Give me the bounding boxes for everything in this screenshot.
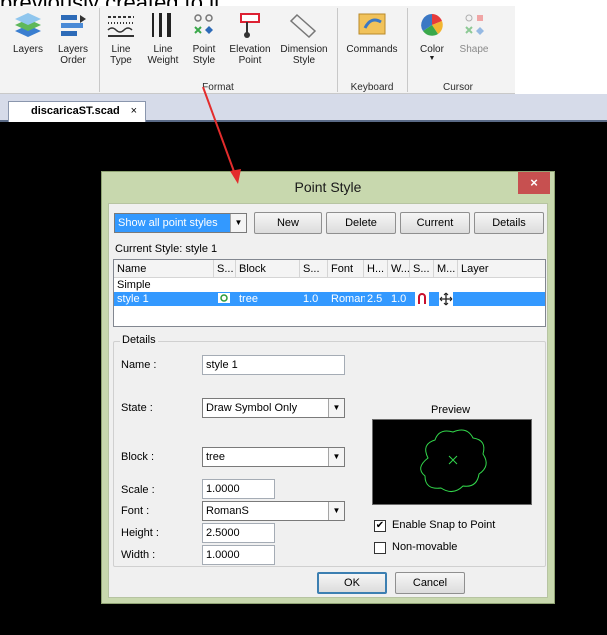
annotation-arrow	[202, 86, 241, 184]
